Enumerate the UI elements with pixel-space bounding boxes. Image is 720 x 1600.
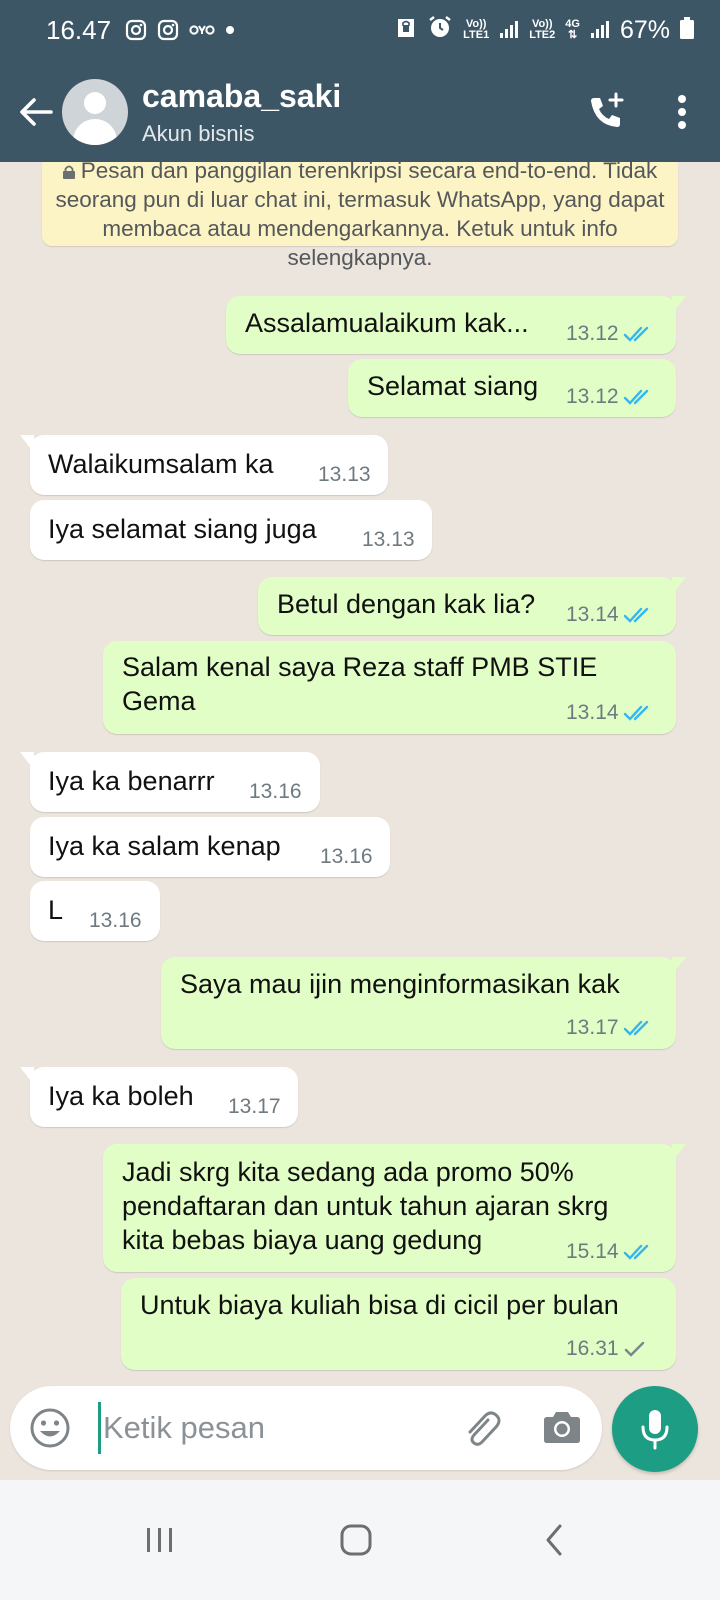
message-text: Gema (122, 686, 196, 716)
single-check-sent-icon (624, 1341, 644, 1357)
message-text: Iya selamat siang juga (48, 514, 317, 544)
message-text: pendaftaran dan untuk tahun ajaran skrg (122, 1191, 609, 1221)
message-text: Walaikumsalam ka (48, 449, 274, 479)
lock-icon (62, 165, 75, 179)
message-out[interactable]: Untuk biaya kuliah bisa di cicil per bul… (121, 1278, 676, 1370)
back-button[interactable] (10, 82, 62, 142)
alarm-lock-icon (395, 15, 417, 46)
message-meta: 13.12 (566, 385, 653, 409)
menu-button[interactable] (662, 82, 702, 142)
home-button[interactable] (326, 1510, 386, 1570)
message-meta: 13.17 (228, 1095, 281, 1118)
paperclip-icon (468, 1411, 501, 1446)
message-out[interactable]: Selamat siang 13.12 (348, 359, 676, 417)
encryption-notice[interactable]: Pesan dan panggilan terenkripsi secara e… (42, 162, 678, 270)
message-text: Saya mau ijin menginformasikan kak (180, 969, 620, 999)
double-check-read-icon (623, 1244, 648, 1260)
contact-subtitle: Akun bisnis (142, 121, 255, 146)
home-icon (340, 1524, 372, 1556)
message-text: Betul dengan kak lia? (277, 589, 536, 619)
oyo-app-icon (189, 23, 215, 37)
camera-button[interactable] (540, 1406, 584, 1450)
double-check-read-icon (623, 607, 648, 623)
message-input[interactable] (98, 1402, 448, 1454)
message-out[interactable]: Jadi skrg kita sedang ada promo 50% pend… (103, 1144, 686, 1272)
message-meta: 16.31 (566, 1337, 647, 1361)
message-in[interactable]: Iya ka salam kenap 13.16 (30, 817, 390, 877)
message-meta: 13.14 (566, 701, 653, 725)
contact-name[interactable]: camaba_saki (142, 77, 341, 115)
double-check-read-icon (623, 705, 648, 721)
battery-icon (680, 15, 694, 46)
notification-dot-icon (225, 25, 235, 35)
network-1-indicator: Vo)) LTE1 (463, 18, 490, 41)
message-composer (10, 1386, 602, 1470)
phone-plus-icon (591, 92, 624, 127)
message-in[interactable]: Iya selamat siang juga 13.13 (30, 500, 432, 560)
message-out[interactable]: Salam kenal saya Reza staff PMB STIE Gem… (103, 641, 676, 734)
alarm-icon (427, 15, 453, 46)
message-meta: 13.16 (89, 909, 142, 932)
network-2-indicator: Vo)) LTE2 (529, 18, 556, 41)
message-meta: 13.14 (566, 603, 653, 627)
attach-button[interactable] (458, 1406, 504, 1452)
smiley-icon (30, 1408, 70, 1448)
double-check-read-icon (623, 326, 648, 342)
message-text: Assalamualaikum kak... (245, 308, 529, 338)
message-out[interactable]: Assalamualaikum kak... 13.12 (226, 296, 686, 354)
double-check-read-icon (623, 1020, 648, 1036)
message-in[interactable]: Iya ka boleh 13.17 (20, 1067, 298, 1127)
message-out[interactable]: Betul dengan kak lia? 13.14 (258, 577, 686, 635)
top-bar: 16.47 Vo)) LTE1 Vo)) LTE2 4G ⇅ 67% camab… (0, 0, 720, 162)
recents-icon (147, 1528, 172, 1552)
message-text: Jadi skrg kita sedang ada promo 50% (122, 1157, 574, 1187)
message-text: L (48, 895, 64, 925)
message-meta: 15.14 (566, 1240, 653, 1264)
chat-area[interactable]: Pesan dan panggilan terenkripsi secara e… (0, 162, 720, 1402)
emoji-button[interactable] (28, 1406, 72, 1450)
chevron-left-icon (546, 1524, 562, 1556)
status-time: 16.47 (46, 14, 112, 45)
double-check-read-icon (623, 389, 648, 405)
signal-1-icon (499, 15, 519, 46)
message-text: Iya ka salam kenap (48, 831, 281, 861)
message-text: kita bebas biaya uang gedung (122, 1225, 483, 1255)
message-meta: 13.16 (249, 780, 302, 803)
network-4g-indicator: 4G ⇅ (565, 18, 580, 41)
instagram-icon (125, 19, 147, 41)
message-text: Iya ka benarrr (48, 766, 215, 796)
avatar[interactable] (62, 79, 128, 145)
voice-message-button[interactable] (612, 1386, 698, 1472)
arrow-left-icon (20, 98, 53, 126)
more-vertical-icon (678, 95, 686, 129)
instagram-icon (157, 19, 179, 41)
microphone-icon (641, 1410, 669, 1450)
message-out[interactable]: Saya mau ijin menginformasikan kak 13.17 (161, 957, 686, 1049)
message-text: Salam kenal saya Reza staff PMB STIE (122, 652, 598, 682)
camera-icon (544, 1412, 580, 1443)
message-meta: 13.16 (320, 845, 373, 868)
message-meta: 13.13 (362, 528, 415, 551)
message-meta: 13.13 (318, 463, 371, 486)
battery-percent: 67% (619, 15, 670, 44)
message-text: Untuk biaya kuliah bisa di cicil per bul… (140, 1290, 619, 1320)
recent-apps-button[interactable] (130, 1510, 190, 1570)
message-meta: 13.17 (566, 1016, 653, 1040)
chat-header: camaba_saki Akun bisnis (0, 62, 720, 162)
message-text: Selamat siang (367, 371, 539, 401)
system-navigation-bar (0, 1480, 720, 1600)
message-in[interactable]: Walaikumsalam ka 13.13 (20, 435, 388, 495)
message-meta: 13.12 (566, 322, 653, 346)
add-call-button[interactable] (576, 82, 636, 142)
contact-info[interactable]: camaba_saki Akun bisnis (142, 77, 341, 147)
message-in[interactable]: L 13.16 (30, 881, 160, 941)
message-text: Iya ka boleh (48, 1081, 194, 1111)
back-nav-button[interactable] (524, 1510, 584, 1570)
signal-2-icon (590, 15, 610, 46)
message-in[interactable]: Iya ka benarrr 13.16 (20, 752, 320, 812)
encryption-notice-text: Pesan dan panggilan terenkripsi secara e… (55, 162, 665, 270)
status-bar: 16.47 Vo)) LTE1 Vo)) LTE2 4G ⇅ 67% (0, 0, 720, 60)
